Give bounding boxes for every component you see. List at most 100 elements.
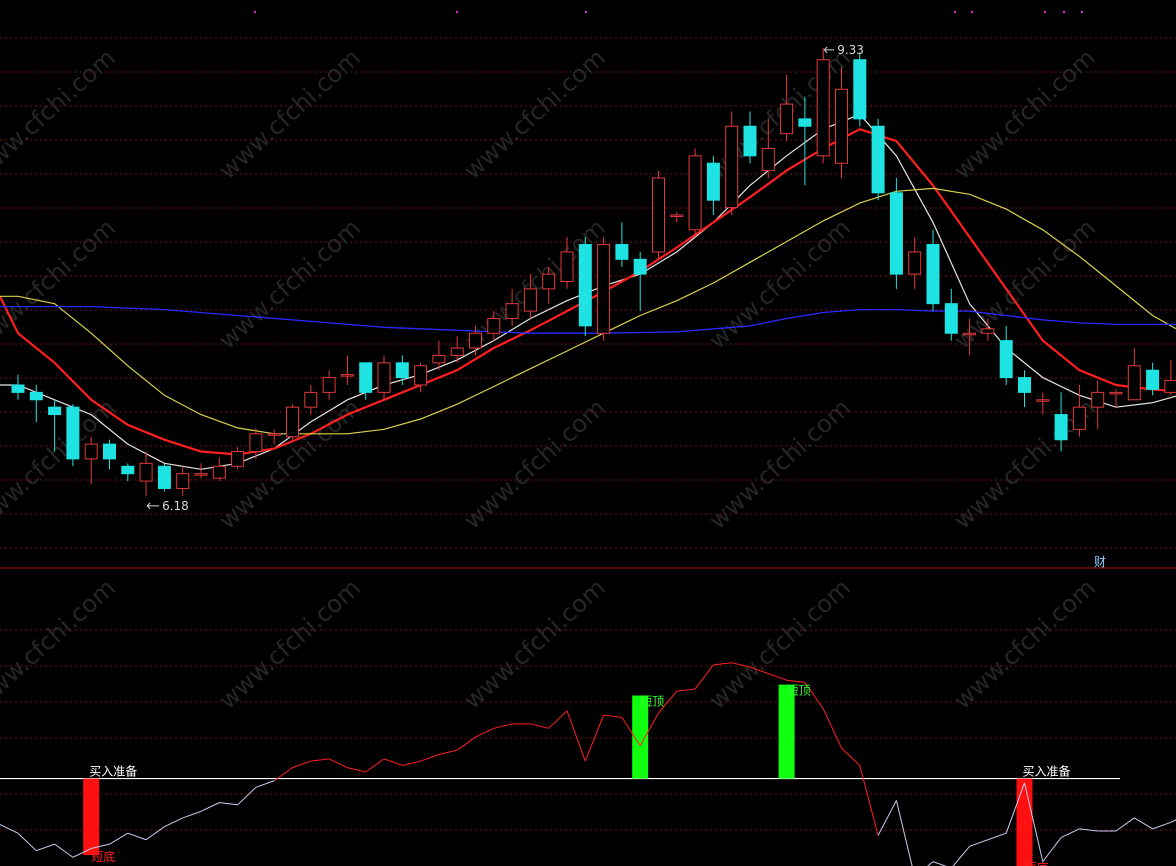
candle-body [157, 465, 171, 489]
oscillator-segment [987, 832, 1007, 841]
oscillator-segment [822, 708, 842, 749]
low-price-label: 6.18 [162, 499, 189, 513]
candle [340, 355, 354, 385]
candle-body [469, 332, 482, 349]
oscillator-segment [768, 673, 787, 681]
candle-body [816, 59, 830, 157]
oscillator-segment [566, 710, 586, 762]
oscillator-segment [219, 802, 238, 806]
candle-body [963, 332, 977, 336]
candle-body [48, 406, 62, 416]
candle-body [11, 384, 25, 393]
watermark-text: www.cfchi.com [458, 43, 610, 184]
candle-body [267, 433, 281, 436]
candle [66, 404, 80, 467]
candle [706, 155, 720, 215]
candle [1109, 389, 1123, 408]
candle-body [1054, 414, 1068, 441]
oscillator-segment [694, 664, 714, 690]
candle [414, 362, 428, 393]
candle-body [560, 251, 574, 283]
candle [633, 251, 647, 312]
watermark-text: www.cfchi.com [458, 393, 610, 534]
candle [816, 47, 830, 164]
signal-label: 短顶 [640, 695, 664, 709]
candle [597, 237, 611, 341]
candle-body [889, 192, 903, 275]
candle-body [670, 214, 684, 217]
candle [450, 336, 464, 363]
low-arrow [146, 502, 160, 510]
annotation-label: 买入准备 [89, 765, 137, 779]
oscillator-segment [438, 749, 458, 756]
oscillator-segment [1079, 828, 1098, 832]
candle-body [322, 377, 336, 393]
watermark-text: www.cfchi.com [703, 213, 855, 354]
oscillator-segment [36, 843, 55, 852]
candle-body [121, 465, 135, 475]
oscillator-segment [926, 861, 934, 866]
oscillator-segment [877, 800, 897, 836]
candle-body [853, 59, 867, 120]
candle [84, 436, 98, 485]
watermark-text: www.cfchi.com [213, 213, 365, 354]
candle-body [615, 244, 629, 260]
watermark-text: www.cfchi.com [0, 573, 121, 714]
candle-body [1146, 369, 1160, 390]
oscillator-segment [859, 765, 879, 836]
candle-body [780, 103, 794, 135]
candle-body [981, 328, 995, 334]
candle [688, 148, 702, 238]
candle-body [761, 147, 775, 172]
oscillator-segment [603, 714, 622, 718]
oscillator-segment [328, 758, 348, 769]
signal-bar-top [778, 684, 795, 779]
candle [1091, 380, 1105, 430]
candle-body [1127, 365, 1141, 401]
finance-badge: 财 [1094, 555, 1106, 569]
candle [286, 404, 299, 440]
oscillator-segment [895, 800, 913, 866]
candle [889, 178, 903, 289]
candle-body [249, 433, 263, 453]
candle [652, 170, 665, 260]
candle-body [944, 303, 958, 334]
candle-body [523, 288, 537, 312]
candle-body [103, 443, 116, 460]
oscillator-segment [0, 824, 19, 834]
chart-canvas: www.cfchi.com www.cfchi.com www.cfchi.com w… [0, 10, 1176, 866]
signal-bar-bottom [1016, 778, 1033, 866]
oscillator-segment [1152, 821, 1172, 830]
candle [157, 463, 171, 492]
oscillator-segment [475, 727, 495, 738]
candle [835, 67, 848, 179]
marker-dot [1080, 10, 1084, 14]
candle-body [652, 177, 665, 253]
candle-body [908, 251, 922, 275]
candle-body [212, 465, 226, 479]
oscillator-segment [182, 810, 202, 819]
candle-body [139, 462, 153, 482]
oscillator-segment [676, 688, 696, 692]
candle-body [231, 451, 245, 467]
oscillator-segment [54, 843, 74, 858]
candle [212, 457, 226, 482]
candle-body [1018, 377, 1031, 393]
candle [908, 237, 922, 289]
candle [176, 466, 190, 496]
oscillator-segment [713, 662, 732, 666]
candle-body [798, 118, 812, 127]
candle [1127, 348, 1141, 401]
candle [670, 212, 684, 223]
candle-body [340, 374, 354, 377]
candle-body [1109, 391, 1123, 395]
candle [377, 355, 391, 400]
candle [103, 439, 116, 470]
oscillator-segment [365, 758, 385, 773]
candle-body [304, 391, 318, 408]
candle-body [597, 244, 611, 334]
candle-body [450, 347, 464, 356]
candle-body [688, 155, 702, 231]
watermark-text: www.cfchi.com [0, 43, 121, 184]
oscillator-segment [1115, 817, 1135, 832]
